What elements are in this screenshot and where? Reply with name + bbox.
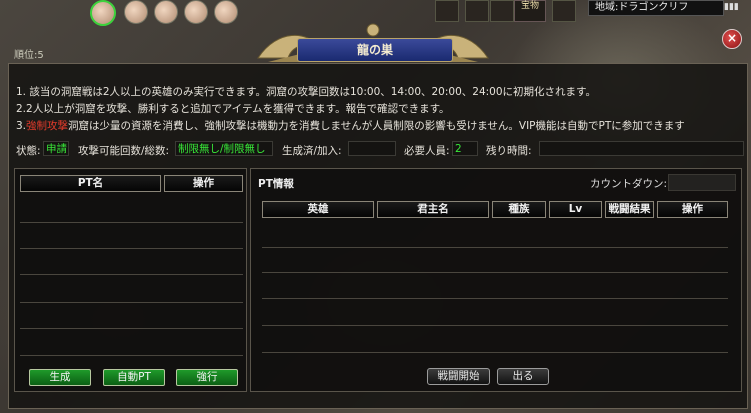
hero-avatar[interactable] [90, 0, 116, 26]
row-divider [20, 302, 243, 303]
state-value: 申請 [43, 141, 69, 156]
row-divider [20, 248, 243, 249]
hero-avatar[interactable] [124, 0, 148, 24]
required-members-label: 必要人員: [404, 145, 450, 157]
info-line-3-rest: 洞窟は少量の資源を消費し、強制攻撃は機動力を消費しませんが人員制限の影響も受けま… [68, 120, 685, 132]
remaining-time-value [539, 141, 744, 156]
row-divider [20, 355, 243, 356]
created-joined-value [348, 141, 396, 156]
force-attack-label: 強制攻撃 [26, 120, 69, 132]
pt-info-title: PT情報 [258, 178, 294, 190]
lord-name-column-header: 君主名 [377, 201, 489, 218]
row-divider [262, 352, 728, 353]
treasure-label: 宝物 [520, 1, 539, 11]
attack-count-label: 攻撃可能回数/総数: [78, 145, 170, 157]
race-column-header: 種族 [492, 201, 546, 218]
leave-button[interactable]: 出る [497, 368, 549, 385]
created-joined-label: 生成済/加入: [282, 145, 342, 157]
pt-name-column-header: PT名 [20, 175, 161, 192]
state-label: 状態: [16, 145, 41, 157]
attack-count-value: 制限無し/制限無し [175, 141, 273, 156]
info-line-1: 1. 該当の洞窟戦は2人以上の英雄のみ実行できます。洞窟の攻撃回数は10:00、… [16, 86, 596, 98]
region-label: 地域:ドラゴンクリフ [588, 0, 724, 16]
remaining-time-label: 残り時間: [486, 145, 532, 157]
hero-avatar[interactable] [184, 0, 208, 24]
pt-list-panel [14, 168, 247, 392]
hero-avatar[interactable] [214, 0, 238, 24]
pt-action-column-header: 操作 [164, 175, 243, 192]
row-divider [20, 222, 243, 223]
level-column-header: Lv [549, 201, 602, 218]
auto-pt-button[interactable]: 自動PT [103, 369, 165, 386]
battle-result-column-header: 戦闘結果 [605, 201, 654, 218]
dialog-title: 龍の巣 [297, 38, 453, 62]
status-row: 状態: 申請 攻撃可能回数/総数: 制限無し/制限無し 生成済/加入: 必要人員… [16, 141, 744, 159]
row-divider [20, 328, 243, 329]
top-bar: 宝物 地域:ドラゴンクリフ ▮▮▮ [0, 0, 751, 26]
signal-icon: ▮▮▮ [724, 2, 739, 12]
info-line-3: 3.強制攻撃洞窟は少量の資源を消費し、強制攻撃は機動力を消費しませんが人員制限の… [16, 118, 685, 133]
row-divider [262, 325, 728, 326]
force-attack-button[interactable]: 強行 [176, 369, 238, 386]
rank-label: 順位:5 [14, 50, 44, 61]
required-members-value: 2 [452, 141, 478, 156]
countdown-value [668, 174, 736, 191]
row-divider [262, 247, 728, 248]
building-icon[interactable] [552, 0, 576, 22]
countdown-label: カウントダウン: [590, 178, 668, 190]
hero-column-header: 英雄 [262, 201, 374, 218]
pt-info-action-column-header: 操作 [657, 201, 728, 218]
info-line-3-prefix: 3. [16, 120, 27, 132]
close-icon[interactable]: × [722, 29, 742, 49]
treasure-button[interactable]: 宝物 [514, 0, 546, 22]
create-pt-button[interactable]: 生成 [29, 369, 91, 386]
start-battle-button[interactable]: 戦闘開始 [427, 368, 490, 385]
row-divider [262, 272, 728, 273]
row-divider [262, 298, 728, 299]
row-divider [20, 274, 243, 275]
hero-avatar[interactable] [154, 0, 178, 24]
info-line-2: 2.2人以上が洞窟を攻撃、勝利すると追加でアイテムを獲得できます。報告で確認でき… [16, 103, 450, 115]
